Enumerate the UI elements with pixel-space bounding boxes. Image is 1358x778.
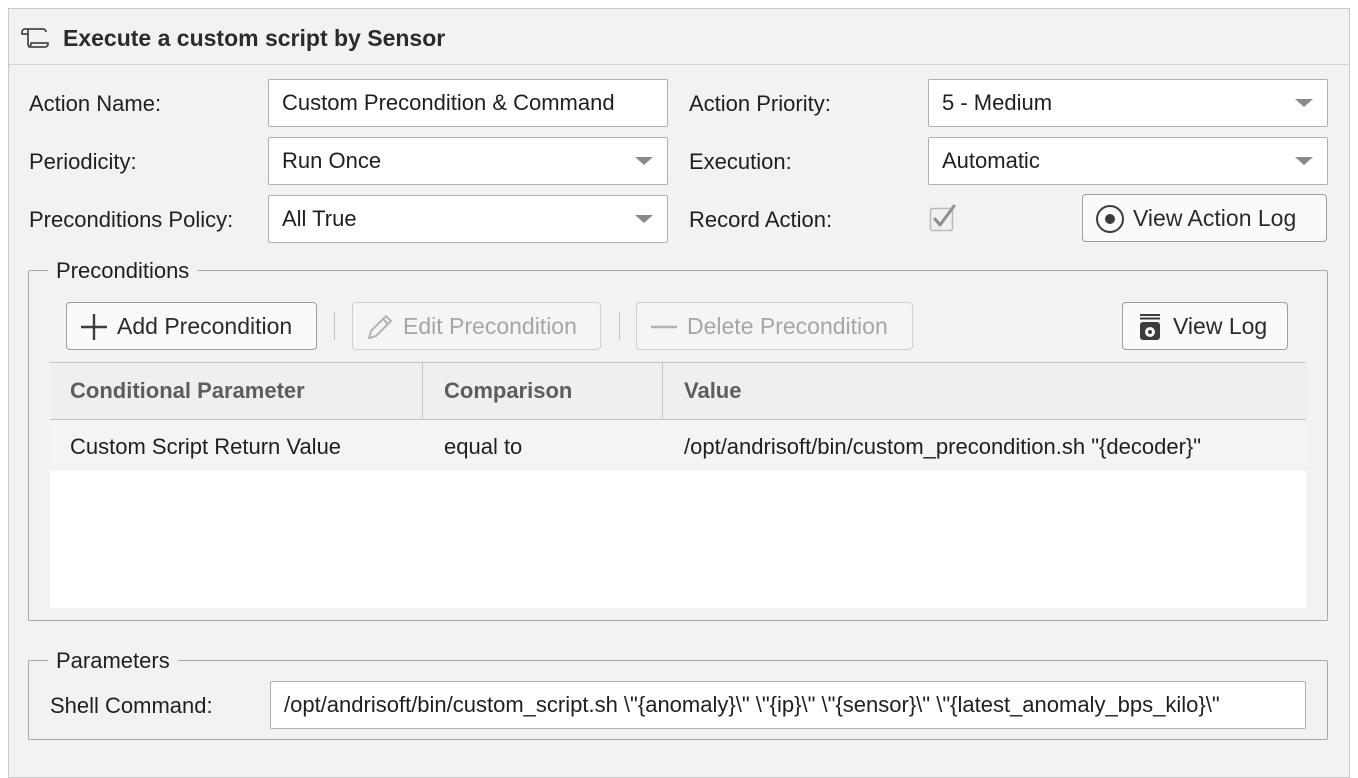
column-divider[interactable] <box>422 363 423 420</box>
cell-comparison: equal to <box>444 434 523 459</box>
edit-precondition-label: Edit Precondition <box>403 313 577 339</box>
action-priority-select[interactable]: 5 - Medium <box>928 79 1328 127</box>
cell-conditional-parameter: Custom Script Return Value <box>70 434 342 459</box>
view-log-label: View Log <box>1173 313 1268 339</box>
column-header-comparison[interactable]: Comparison <box>424 363 664 419</box>
view-action-log-label: View Action Log <box>1133 205 1297 231</box>
execution-select[interactable]: Automatic <box>928 137 1328 185</box>
script-scroll-icon <box>21 28 49 48</box>
delete-precondition-button[interactable]: Delete Precondition <box>636 302 913 350</box>
plus-icon <box>81 314 107 340</box>
execution-label: Execution: <box>689 149 792 174</box>
log-jar-icon <box>1140 314 1160 340</box>
record-action-label: Record Action: <box>689 207 833 232</box>
shell-command-input[interactable]: /opt/andrisoft/bin/custom_script.sh \"{a… <box>270 681 1306 729</box>
add-precondition-label: Add Precondition <box>117 313 293 339</box>
chevron-down-icon <box>635 157 653 165</box>
column-header-conditional-parameter[interactable]: Conditional Parameter <box>50 363 422 419</box>
shell-command-label: Shell Command: <box>50 693 213 718</box>
pencil-icon <box>368 315 392 339</box>
periodicity-value: Run Once <box>282 148 382 173</box>
parameters-legend: Parameters <box>48 648 178 674</box>
action-priority-value: 5 - Medium <box>942 90 1053 115</box>
action-priority-label: Action Priority: <box>689 91 831 116</box>
preconditions-policy-select[interactable]: All True <box>268 195 668 243</box>
column-divider[interactable] <box>662 363 663 420</box>
table-row[interactable]: Custom Script Return Value equal to /opt… <box>50 420 1306 471</box>
preconditions-table: Conditional Parameter Comparison Value C… <box>50 362 1306 608</box>
chevron-down-icon <box>1295 157 1313 165</box>
table-header: Conditional Parameter Comparison Value <box>50 362 1306 420</box>
action-name-value: Custom Precondition & Command <box>282 90 615 115</box>
view-action-log-button[interactable]: View Action Log <box>1082 194 1327 242</box>
toolbar-divider <box>619 312 620 340</box>
add-precondition-button[interactable]: Add Precondition <box>66 302 317 350</box>
target-circle-icon <box>1096 205 1124 233</box>
toolbar-divider <box>334 312 335 340</box>
cell-value: /opt/andrisoft/bin/custom_precondition.s… <box>684 434 1202 459</box>
periodicity-select[interactable]: Run Once <box>268 137 668 185</box>
periodicity-label: Periodicity: <box>29 149 137 174</box>
preconditions-policy-value: All True <box>282 206 357 231</box>
chevron-down-icon <box>1295 99 1313 107</box>
column-header-value[interactable]: Value <box>664 363 1304 419</box>
minus-icon <box>651 325 677 329</box>
action-name-label: Action Name: <box>29 91 162 116</box>
execution-value: Automatic <box>942 148 1040 173</box>
view-log-button[interactable]: View Log <box>1122 302 1288 350</box>
action-name-input[interactable]: Custom Precondition & Command <box>268 79 668 127</box>
edit-precondition-button[interactable]: Edit Precondition <box>352 302 601 350</box>
panel-title: Execute a custom script by Sensor <box>63 25 446 51</box>
panel-header: Execute a custom script by Sensor <box>9 9 1349 65</box>
record-action-checkbox[interactable] <box>929 204 957 232</box>
shell-command-value: /opt/andrisoft/bin/custom_script.sh \"{a… <box>284 692 1220 717</box>
preconditions-legend: Preconditions <box>48 258 198 284</box>
chevron-down-icon <box>635 215 653 223</box>
preconditions-policy-label: Preconditions Policy: <box>29 207 234 232</box>
delete-precondition-label: Delete Precondition <box>687 313 888 339</box>
